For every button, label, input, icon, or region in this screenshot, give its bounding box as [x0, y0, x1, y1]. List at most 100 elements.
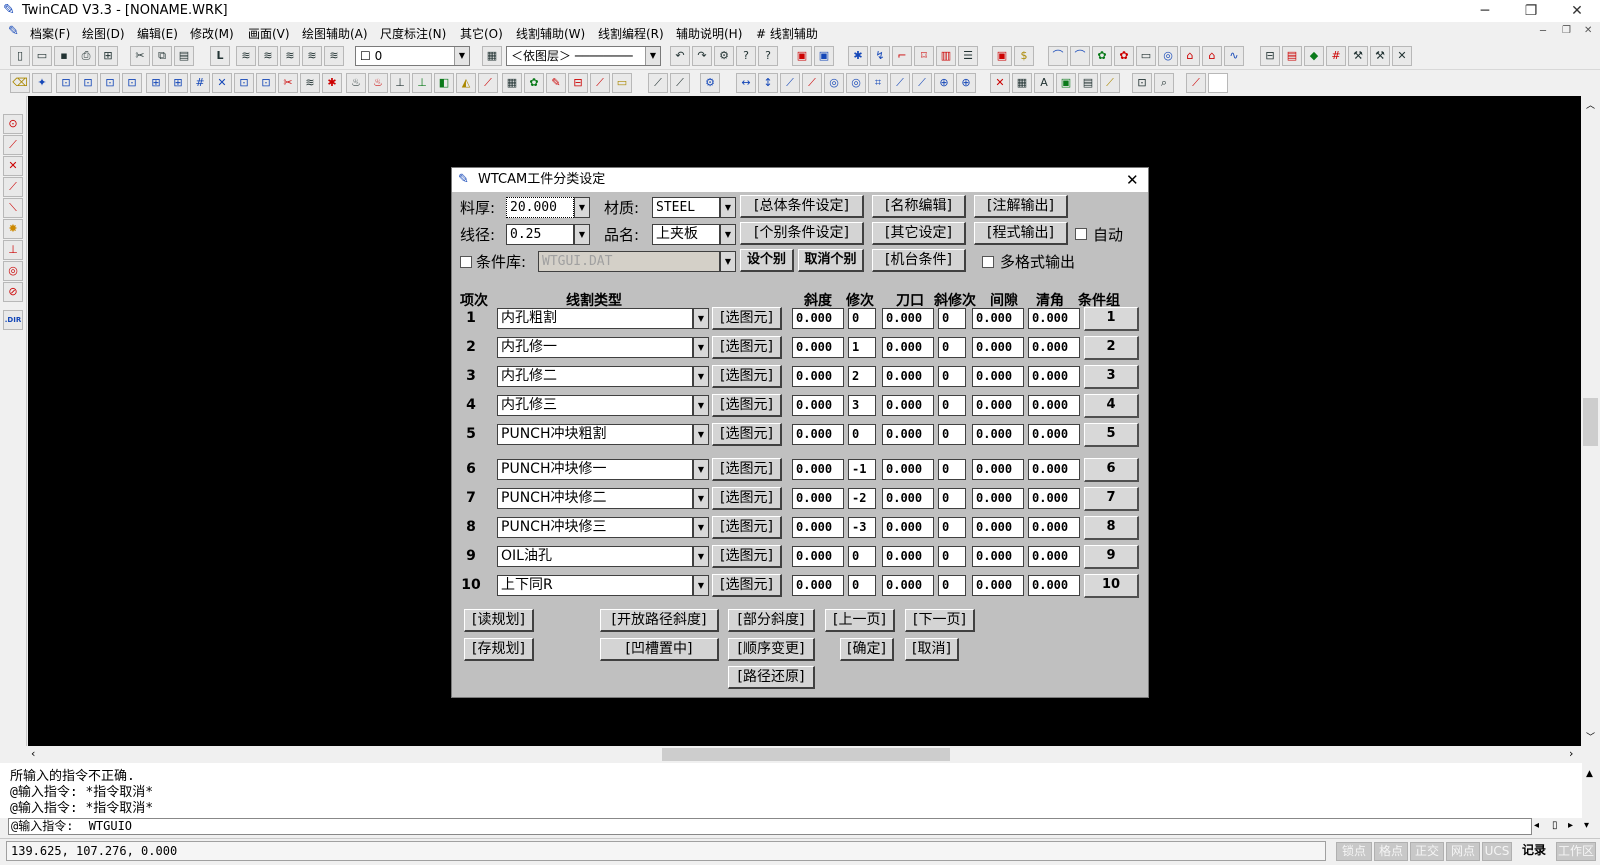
- chevron-down-icon[interactable]: ▼: [574, 197, 590, 218]
- t2-u-icon[interactable]: ⟋: [478, 73, 498, 93]
- slope-input[interactable]: 0.000: [792, 366, 844, 387]
- t2-r-icon[interactable]: ⊥: [412, 73, 432, 93]
- slope-pass-input[interactable]: 0: [938, 546, 966, 567]
- mdi-restore-icon[interactable]: ❐: [1562, 25, 1571, 36]
- machine-condition-button[interactable]: [机台条件]: [872, 249, 966, 272]
- gap-input[interactable]: 0.000: [972, 395, 1024, 416]
- t2-aq-icon[interactable]: ▤: [1078, 73, 1098, 93]
- star-icon[interactable]: ✸: [3, 219, 23, 239]
- menu-wire-program[interactable]: 线割编程(R): [598, 25, 664, 42]
- linetype-select[interactable]: ＜依图层＞ ──────── ▼: [506, 46, 661, 66]
- read-plan-button[interactable]: [读规划]: [464, 609, 534, 632]
- cmd-dropdown-icon[interactable]: ▾: [1584, 820, 1589, 831]
- gap-input[interactable]: 0.000: [972, 459, 1024, 480]
- redo-icon[interactable]: ↷: [692, 46, 712, 66]
- horizontal-scrollbar[interactable]: ‹ ›: [28, 746, 1581, 763]
- menu-file[interactable]: 档案(F): [30, 25, 70, 42]
- pass-input[interactable]: 0: [848, 424, 876, 445]
- condition-group-button[interactable]: 4: [1084, 394, 1139, 418]
- menu-view[interactable]: 画面(V): [248, 25, 290, 42]
- select-element-button[interactable]: [选图元]: [712, 307, 782, 330]
- pass-input[interactable]: -1: [848, 459, 876, 480]
- tool-f-icon[interactable]: ⌑: [914, 46, 934, 66]
- edge-input[interactable]: 0.000: [882, 337, 934, 358]
- t2-af-icon[interactable]: ◎: [824, 73, 844, 93]
- condition-group-button[interactable]: 10: [1084, 574, 1139, 598]
- cut-icon[interactable]: ✂: [130, 46, 150, 66]
- t2-ak-icon[interactable]: ⊕: [934, 73, 954, 93]
- chevron-down-icon[interactable]: ▼: [693, 575, 709, 596]
- edge-input[interactable]: 0.000: [882, 395, 934, 416]
- pass-input[interactable]: 1: [848, 337, 876, 358]
- menu-wire-aid-hash[interactable]: # 线割辅助: [756, 25, 818, 42]
- next-page-button[interactable]: [下一页]: [905, 609, 975, 632]
- line-icon[interactable]: ⟋: [3, 135, 23, 155]
- tool-a-icon[interactable]: ▣: [792, 46, 812, 66]
- t2-h-icon[interactable]: #: [190, 73, 210, 93]
- vertical-scrollbar[interactable]: ︿ ﹀: [1581, 96, 1600, 746]
- line-2-icon[interactable]: ⟋: [3, 177, 23, 197]
- linetype-icon[interactable]: ▦: [482, 46, 502, 66]
- t2-ar-icon[interactable]: ⟋: [1100, 73, 1120, 93]
- slope-pass-input[interactable]: 0: [938, 424, 966, 445]
- t2-n-icon[interactable]: ✱: [322, 73, 342, 93]
- pass-input[interactable]: -2: [848, 488, 876, 509]
- condition-group-button[interactable]: 6: [1084, 458, 1139, 482]
- layer-3-icon[interactable]: ≋: [280, 46, 300, 66]
- tool-h-icon[interactable]: ☰: [958, 46, 978, 66]
- tool-t-icon[interactable]: ◆: [1304, 46, 1324, 66]
- paste-icon[interactable]: ▤: [174, 46, 194, 66]
- pass-input[interactable]: 0: [848, 575, 876, 596]
- t2-am-icon[interactable]: ✕: [990, 73, 1010, 93]
- corner-input[interactable]: 0.000: [1028, 395, 1080, 416]
- edge-input[interactable]: 0.000: [882, 546, 934, 567]
- chevron-down-icon[interactable]: ▼: [693, 424, 709, 445]
- edge-input[interactable]: 0.000: [882, 424, 934, 445]
- tangent-icon[interactable]: ⊘: [3, 282, 23, 302]
- t2-as-icon[interactable]: ⊡: [1132, 73, 1152, 93]
- condition-group-button[interactable]: 1: [1084, 307, 1139, 331]
- gap-input[interactable]: 0.000: [972, 366, 1024, 387]
- query-icon[interactable]: ?: [736, 46, 756, 66]
- copy-icon[interactable]: ⧉: [152, 46, 172, 66]
- vertical-scroll-thumb[interactable]: [1583, 398, 1598, 446]
- menu-draw-aid[interactable]: 绘图辅助(A): [302, 25, 368, 42]
- wire-type-select[interactable]: 上下同R: [497, 575, 693, 596]
- chevron-down-icon[interactable]: ▼: [720, 224, 736, 245]
- gap-input[interactable]: 0.000: [972, 546, 1024, 567]
- chevron-down-icon[interactable]: ▼: [693, 546, 709, 567]
- t2-ab-icon[interactable]: ↔: [736, 73, 756, 93]
- wire-type-select[interactable]: 内孔粗割: [497, 308, 693, 329]
- t2-ae-icon[interactable]: ⟋: [802, 73, 822, 93]
- numbers-icon[interactable]: #: [1326, 46, 1346, 66]
- dir-icon[interactable]: .DIR: [3, 310, 23, 330]
- chevron-down-icon[interactable]: ▼: [454, 47, 469, 65]
- dialog-close-icon[interactable]: ✕: [1126, 168, 1139, 192]
- tool-m-icon[interactable]: ✿: [1114, 46, 1134, 66]
- t2-f-icon[interactable]: ⊞: [146, 73, 166, 93]
- settings-icon[interactable]: ⚙: [714, 46, 734, 66]
- individual-condition-button[interactable]: [个别条件设定]: [740, 222, 864, 245]
- material-input[interactable]: STEEL: [652, 197, 720, 218]
- t2-ai-icon[interactable]: ⟋: [890, 73, 910, 93]
- slope-input[interactable]: 0.000: [792, 424, 844, 445]
- gap-input[interactable]: 0.000: [972, 488, 1024, 509]
- mdi-close-icon[interactable]: ✕: [1584, 25, 1592, 36]
- pass-input[interactable]: -3: [848, 517, 876, 538]
- t2-e-icon[interactable]: ⊡: [122, 73, 142, 93]
- new-file-icon[interactable]: ▯: [10, 46, 30, 66]
- t2-a-icon[interactable]: ✦: [32, 73, 52, 93]
- gear-icon[interactable]: ⚙: [700, 73, 720, 93]
- condition-group-button[interactable]: 2: [1084, 336, 1139, 360]
- slope-pass-input[interactable]: 0: [938, 366, 966, 387]
- cmd-left-icon[interactable]: ◂: [1534, 820, 1539, 831]
- close-x-icon[interactable]: ✕: [1392, 46, 1412, 66]
- perp-icon[interactable]: ⊥: [3, 240, 23, 260]
- layer-4-icon[interactable]: ≋: [302, 46, 322, 66]
- menu-draw[interactable]: 绘图(D): [82, 25, 125, 42]
- tool-j-icon[interactable]: ⌒: [1048, 46, 1068, 66]
- open-path-slope-button[interactable]: [开放路径斜度]: [600, 609, 719, 632]
- t2-t-icon[interactable]: ◭: [456, 73, 476, 93]
- select-element-button[interactable]: [选图元]: [712, 545, 782, 568]
- slope-input[interactable]: 0.000: [792, 395, 844, 416]
